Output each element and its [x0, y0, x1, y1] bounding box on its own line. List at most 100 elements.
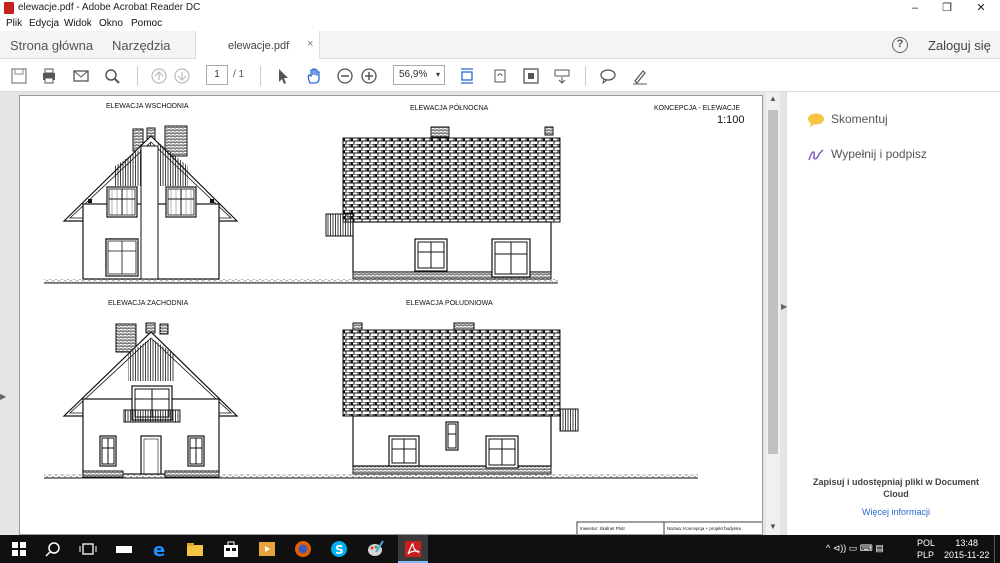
comment-icon[interactable] [599, 67, 617, 85]
edge-browser-icon[interactable]: e [151, 540, 169, 558]
label-west: ELEWACJA ZACHODNIA [108, 300, 189, 307]
tab-document[interactable]: elewacje.pdf × [195, 31, 320, 59]
fit-page-icon[interactable] [522, 67, 540, 85]
signature-pen-icon [808, 149, 824, 161]
menu-help[interactable]: Pomoc [131, 18, 162, 29]
label-east: ELEWACJA WSCHODNIA [106, 103, 189, 110]
toolbar-separator [260, 66, 261, 86]
rotate-view-icon[interactable] [491, 67, 509, 85]
pdf-page: ELEWACJA WSCHODNIA ELEWACJA PÓŁNOCNA ELE… [19, 95, 763, 535]
keyboard-icon[interactable] [553, 67, 571, 85]
select-cursor-icon[interactable] [274, 67, 292, 85]
media-player-icon[interactable] [258, 540, 276, 558]
hand-tool-icon[interactable] [305, 67, 323, 85]
search-icon[interactable] [44, 540, 62, 558]
store-icon[interactable] [222, 540, 240, 558]
zoom-value: 56,9% [399, 69, 428, 80]
clock-date: 2015-11-22 [944, 550, 990, 560]
west-elevation [44, 322, 312, 479]
comment-tool-label: Skomentuj [831, 112, 888, 126]
clock[interactable]: 13:48 2015-11-22 [944, 537, 989, 561]
fill-sign-label: Wypełnij i podpisz [831, 147, 927, 161]
tab-bar: Strona główna Narzędzia elewacje.pdf × ?… [0, 31, 1000, 59]
document-viewport[interactable]: ▶ ELEWACJA WSCHODNIA ELEWACJA PÓŁNOCNA E… [0, 92, 786, 535]
toolbar-separator [137, 66, 138, 86]
email-icon[interactable] [72, 67, 90, 85]
next-page-icon[interactable] [173, 67, 191, 85]
file-explorer-icon[interactable] [186, 540, 204, 558]
skype-icon[interactable]: S [330, 540, 348, 558]
south-elevation [282, 322, 698, 479]
comment-tool[interactable]: Skomentuj [807, 112, 888, 127]
vertical-scrollbar[interactable]: ▲ ▼ [766, 92, 780, 535]
right-tools-panel: ▶ Skomentuj Wypełnij i podpisz Zapisuj i… [781, 92, 1000, 535]
tab-tools[interactable]: Narzędzia [112, 38, 171, 53]
close-window-button[interactable]: ✕ [966, 0, 996, 16]
label-concept: KONCEPCJA - ELEWACJE [654, 105, 740, 112]
system-tray-icons[interactable]: ^ ⊲)) ▭ ⌨ ▤ [826, 543, 884, 554]
acrobat-app-icon [4, 2, 14, 14]
title-project: Nazwa: Koncepcja + projekt budynku [667, 526, 742, 531]
elevation-drawing: ELEWACJA WSCHODNIA ELEWACJA PÓŁNOCNA ELE… [44, 103, 762, 534]
label-north: ELEWACJA PÓŁNOCNA [410, 103, 489, 112]
help-icon[interactable]: ? [892, 37, 908, 53]
toolbar-separator [585, 66, 586, 86]
scroll-down-icon[interactable]: ▼ [769, 522, 777, 531]
print-icon[interactable] [40, 67, 58, 85]
login-link[interactable]: Zaloguj się [928, 38, 991, 53]
lang-bottom: PLP [917, 550, 935, 560]
acrobat-taskbar-button[interactable] [398, 535, 428, 563]
prev-page-icon[interactable] [150, 67, 168, 85]
task-view-icon[interactable] [79, 540, 97, 558]
menu-view[interactable]: Widok [64, 18, 92, 29]
tab-home[interactable]: Strona główna [10, 38, 93, 53]
comment-bubble-icon [808, 113, 824, 127]
menu-file[interactable]: Plik [6, 18, 22, 29]
paint-icon[interactable] [366, 540, 384, 558]
highlight-pen-icon[interactable] [631, 67, 649, 85]
left-panel-toggle-icon[interactable]: ▶ [0, 392, 6, 401]
search-icon[interactable] [103, 67, 121, 85]
title-block: Inwestor: Skalnet Plotr Nazwa: Koncepcja… [576, 521, 762, 534]
maximize-button[interactable]: ❐ [932, 0, 962, 16]
language-indicator[interactable]: POL PLP [917, 537, 935, 561]
label-scale: 1:100 [717, 114, 745, 126]
title-investor: Inwestor: Skalnet Plotr [580, 526, 626, 531]
svg-text:S: S [335, 543, 344, 557]
tab-close-button[interactable]: × [307, 38, 313, 50]
svg-text:e: e [153, 540, 165, 558]
menu-bar: Plik Edycja Widok Okno Pomoc [0, 16, 1000, 31]
scroll-mode-icon[interactable] [458, 67, 476, 85]
label-south: ELEWACJA POŁUDNIOWA [406, 300, 493, 307]
page-number-input[interactable]: 1 [206, 65, 228, 85]
menu-edit[interactable]: Edycja [29, 18, 59, 29]
panel-collapse-icon[interactable]: ▶ [781, 302, 787, 311]
windows-start-icon[interactable] [10, 540, 28, 558]
tab-document-label: elewacje.pdf [228, 40, 290, 52]
chevron-down-icon: ▾ [435, 70, 440, 79]
lang-top: POL [917, 538, 936, 548]
menu-window[interactable]: Okno [99, 18, 123, 29]
east-elevation [44, 125, 312, 284]
save-icon[interactable] [10, 67, 28, 85]
zoom-out-icon[interactable] [336, 67, 354, 85]
page-total: / 1 [233, 69, 245, 80]
zoom-in-icon[interactable] [360, 67, 378, 85]
minimize-button[interactable]: – [900, 0, 930, 16]
more-info-link[interactable]: Więcej informacji [801, 507, 991, 517]
keyboard-device-icon[interactable] [115, 540, 133, 558]
zoom-select[interactable]: 56,9% ▾ [393, 65, 445, 85]
cloud-promo-text: Zapisuj i udostępniaj pliki w Document C… [812, 477, 980, 499]
scroll-up-icon[interactable]: ▲ [769, 94, 777, 103]
clock-time: 13:48 [955, 538, 978, 548]
toolbar: 1 / 1 56,9% ▾ [0, 59, 1000, 92]
window-title: elewacje.pdf - Adobe Acrobat Reader DC [18, 2, 201, 13]
north-elevation [311, 126, 561, 284]
acrobat-taskbar-icon [405, 541, 421, 557]
scrollbar-thumb[interactable] [768, 110, 778, 454]
fill-sign-tool[interactable]: Wypełnij i podpisz [807, 147, 927, 162]
windows-taskbar: e S ^ ⊲)) ▭ ⌨ ▤ POL PLP 13:48 2015-11-22 [0, 535, 1000, 563]
firefox-icon[interactable] [294, 540, 312, 558]
show-desktop-button[interactable] [994, 535, 1000, 563]
title-bar: elewacje.pdf - Adobe Acrobat Reader DC –… [0, 0, 1000, 16]
